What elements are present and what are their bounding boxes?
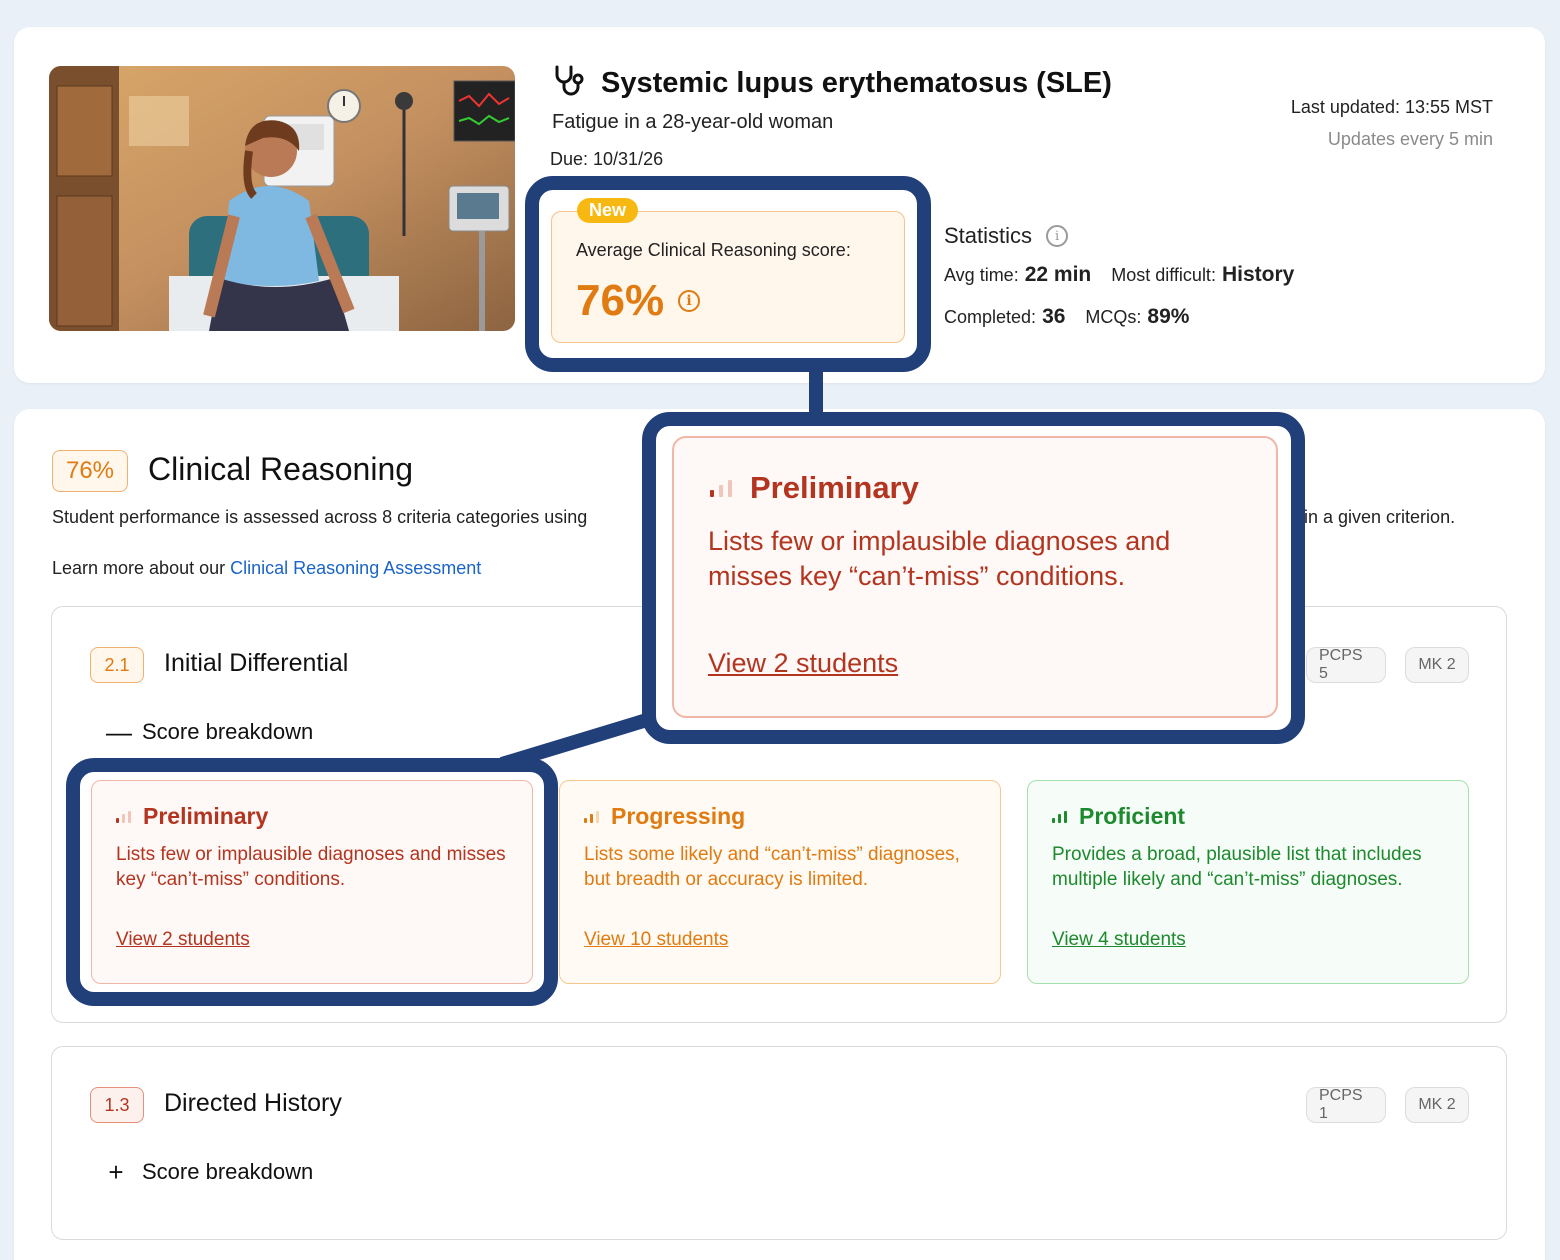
zoom-view-students-link[interactable]: View 2 students xyxy=(708,648,898,679)
highlight-frame-avg-score xyxy=(525,176,931,372)
zoom-level-description: Lists few or implausible diagnoses and m… xyxy=(708,526,1171,591)
zoom-level-name: Preliminary xyxy=(750,470,919,505)
highlight-frame-preliminary xyxy=(66,758,558,1006)
zoom-callout-preliminary: Preliminary Lists few or implausible dia… xyxy=(672,436,1278,718)
signal-low-icon xyxy=(710,479,732,497)
